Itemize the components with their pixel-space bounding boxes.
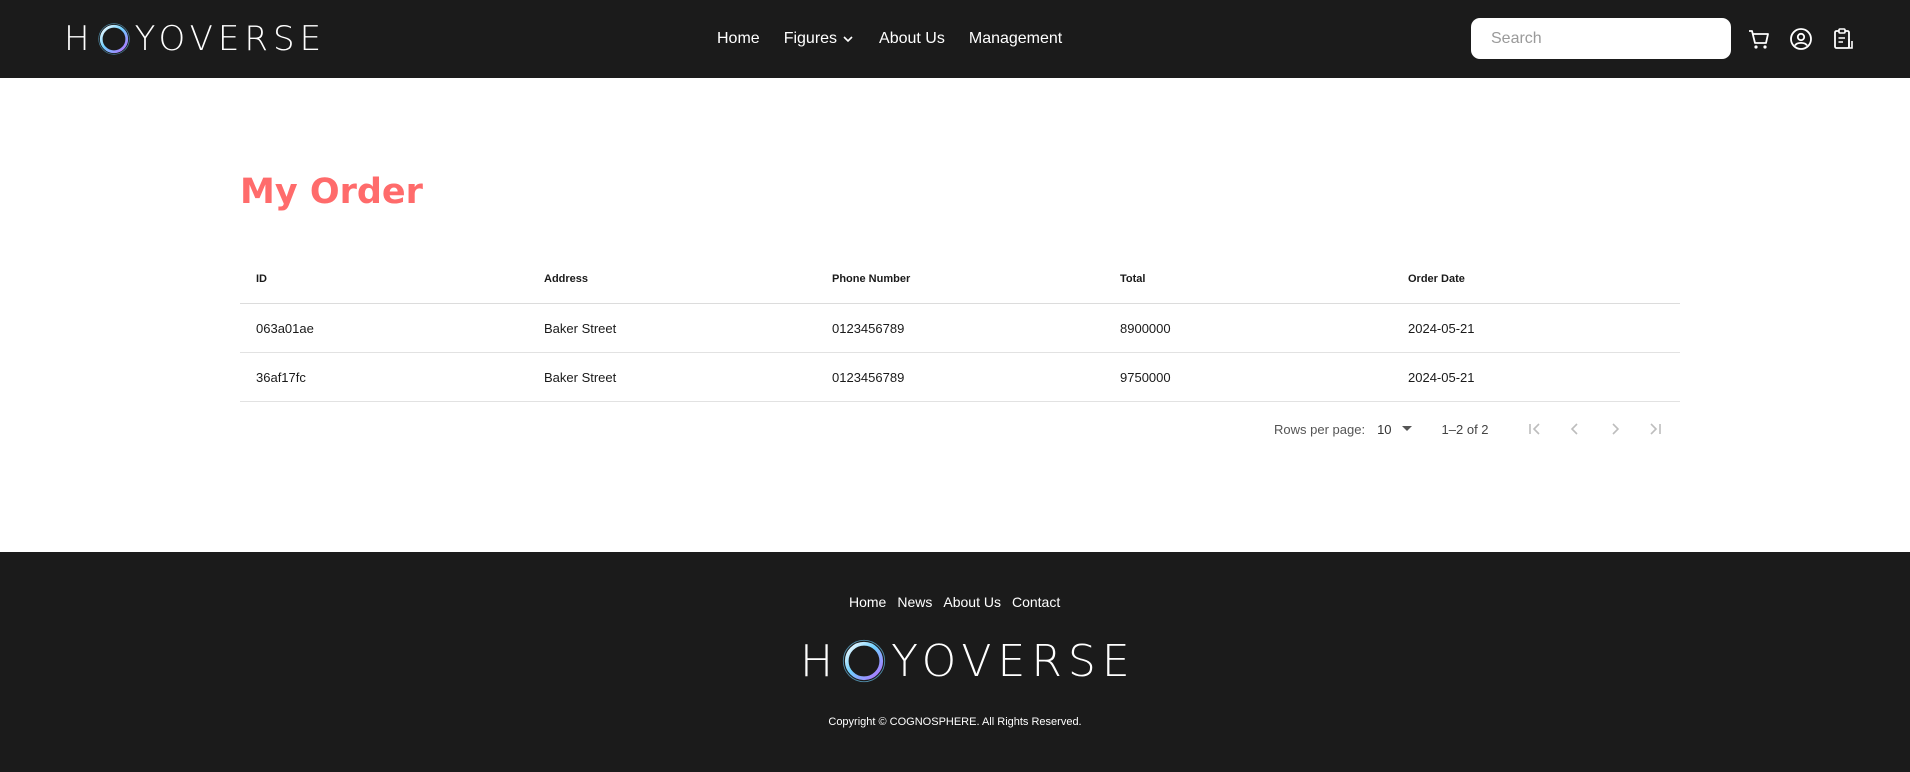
column-header-order-date[interactable]: Order Date: [1392, 273, 1680, 285]
footer-link-news[interactable]: News: [897, 594, 932, 610]
cell-phone: 0123456789: [832, 369, 905, 385]
column-header-id[interactable]: ID: [240, 273, 528, 285]
column-header-total[interactable]: Total: [1104, 273, 1392, 285]
cell-order-date: 2024-05-21: [1408, 369, 1475, 385]
nav-home[interactable]: Home: [717, 30, 760, 48]
chevron-right-icon: [1611, 423, 1619, 435]
top-navbar: H YOVERSE Home Figures About Us Manageme…: [0, 0, 1910, 78]
cell-total: 8900000: [1120, 320, 1171, 336]
last-page-button[interactable]: [1635, 418, 1675, 440]
previous-page-button[interactable]: [1555, 418, 1595, 440]
cart-icon[interactable]: [1747, 27, 1771, 51]
nav-figures-label: Figures: [783, 30, 838, 47]
account-icon[interactable]: [1789, 27, 1813, 51]
rows-per-page-select[interactable]: 10: [1377, 421, 1412, 437]
brand-logo[interactable]: H YOVERSE: [64, 19, 327, 59]
footer-link-about-us[interactable]: About Us: [943, 594, 1001, 610]
logo-letter-h: H: [64, 19, 95, 59]
nav-figures[interactable]: Figures: [784, 30, 855, 48]
table-pagination: Rows per page: 10 1–2 of 2: [1274, 418, 1675, 440]
logo-ring-icon: [97, 23, 130, 55]
cell-id: 36af17fc: [256, 369, 306, 385]
footer-link-home[interactable]: Home: [849, 594, 886, 610]
pagination-range: 1–2 of 2: [1441, 421, 1489, 437]
copyright-text: Copyright © COGNOSPHERE. All Rights Rese…: [828, 716, 1082, 728]
next-page-button[interactable]: [1595, 418, 1635, 440]
search-input[interactable]: [1471, 18, 1731, 59]
chevron-down-icon: [843, 36, 853, 43]
first-page-button[interactable]: [1515, 418, 1555, 440]
rows-per-page-value: 10: [1377, 421, 1392, 437]
logo-letter-h: H: [800, 635, 840, 687]
main-nav: Home Figures About Us Management: [717, 28, 1086, 50]
cell-address: Baker Street: [544, 369, 617, 385]
chevron-left-icon: [1570, 423, 1578, 435]
footer-logo[interactable]: H YOVERSE: [800, 635, 1136, 687]
table-header-row: ID Address Phone Number Total Order Date: [240, 255, 1680, 304]
nav-management-label: Management: [968, 30, 1063, 47]
logo-ring-icon: [842, 639, 886, 683]
nav-about-us[interactable]: About Us: [879, 30, 945, 48]
caret-down-icon: [1401, 426, 1412, 431]
column-header-address[interactable]: Address: [528, 273, 816, 285]
cell-total: 9750000: [1120, 369, 1171, 385]
cell-id: 063a01ae: [256, 320, 314, 336]
nav-management[interactable]: Management: [969, 30, 1062, 48]
logo-letters: YOVERSE: [134, 19, 327, 59]
nav-home-label: Home: [717, 30, 760, 47]
cell-order-date: 2024-05-21: [1408, 320, 1475, 336]
last-page-icon: [1649, 423, 1661, 435]
footer-link-contact[interactable]: Contact: [1012, 594, 1060, 610]
footer-links: Home News About Us Contact: [849, 594, 1071, 610]
logo-letters: YOVERSE: [891, 635, 1136, 687]
rows-per-page-label: Rows per page:: [1274, 421, 1366, 437]
table-row[interactable]: 36af17fc Baker Street 0123456789 9750000…: [240, 353, 1680, 402]
cell-address: Baker Street: [544, 320, 617, 336]
table-row[interactable]: 063a01ae Baker Street 0123456789 8900000…: [240, 304, 1680, 353]
first-page-icon: [1528, 423, 1540, 435]
column-header-phone[interactable]: Phone Number: [816, 273, 1104, 285]
orders-icon[interactable]: [1831, 27, 1855, 51]
nav-about-us-label: About Us: [879, 30, 945, 47]
orders-table: ID Address Phone Number Total Order Date…: [240, 255, 1680, 402]
cell-phone: 0123456789: [832, 320, 905, 336]
page-title: My Order: [240, 172, 423, 212]
